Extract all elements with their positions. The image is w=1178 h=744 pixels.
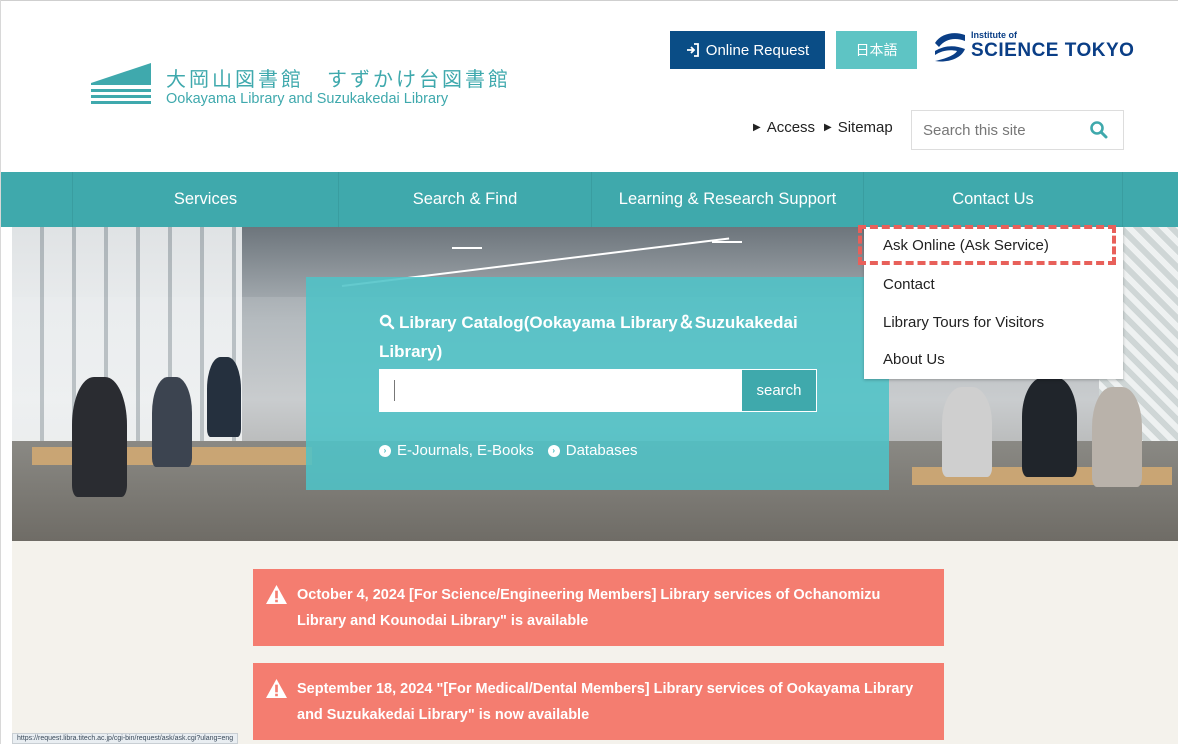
- dropdown-item-about-us[interactable]: About Us: [883, 351, 945, 368]
- contact-us-dropdown: Ask Online (Ask Service) Contact Library…: [864, 227, 1123, 379]
- science-tokyo-logo-icon: [935, 33, 965, 62]
- library-logo[interactable]: 大岡山図書館 すずかけ台図書館 Ookayama Library and Suz…: [91, 63, 508, 107]
- status-bar-url: https://request.libra.titech.ac.jp/cgi-b…: [12, 733, 239, 744]
- dropdown-item-ask-online[interactable]: Ask Online (Ask Service): [883, 237, 1049, 254]
- nav-services[interactable]: Services: [72, 172, 338, 227]
- online-request-label: Online Request: [705, 41, 810, 59]
- nav-search-find[interactable]: Search & Find: [338, 172, 591, 227]
- notice-banner-1[interactable]: October 4, 2024 [For Science/Engineering…: [253, 569, 944, 646]
- databases-label: Databases: [565, 442, 638, 459]
- notice-text-1: October 4, 2024 [For Science/Engineering…: [297, 587, 881, 629]
- catalog-title-text: Library Catalog(Ookayama Library＆Suzukak…: [379, 313, 798, 361]
- text-cursor: [394, 380, 395, 401]
- sign-in-icon: [686, 43, 699, 57]
- browser-viewport: 大岡山図書館 すずかけ台図書館 Ookayama Library and Suz…: [0, 0, 1178, 744]
- site-header: 大岡山図書館 すずかけ台図書館 Ookayama Library and Suz…: [1, 0, 1178, 172]
- catalog-title: Library Catalog(Ookayama Library＆Suzukak…: [379, 308, 809, 366]
- triangle-right-icon: ▶: [824, 122, 832, 133]
- language-japanese-button[interactable]: 日本語: [836, 31, 917, 69]
- triangle-right-icon: ▶: [753, 122, 761, 133]
- nav-learning-research-support[interactable]: Learning & Research Support: [591, 172, 863, 227]
- nav-contact-us[interactable]: Contact Us: [863, 172, 1123, 227]
- sitemap-label: Sitemap: [837, 119, 893, 136]
- ejournals-ebooks-label: E-Journals, E-Books: [397, 442, 534, 459]
- search-icon[interactable]: [1089, 120, 1109, 140]
- access-link[interactable]: ▶ Access: [753, 119, 815, 136]
- main-nav: Services Search & Find Learning & Resear…: [1, 172, 1178, 227]
- catalog-search-panel: Library Catalog(Ookayama Library＆Suzukak…: [306, 277, 889, 490]
- catalog-links: › E-Journals, E-Books › Databases: [379, 442, 637, 459]
- databases-link[interactable]: › Databases: [547, 442, 638, 459]
- ejournals-ebooks-link[interactable]: › E-Journals, E-Books: [379, 442, 534, 459]
- brand-name: SCIENCE TOKYO: [971, 40, 1135, 61]
- notice-banner-2[interactable]: September 18, 2024 "[For Medical/Dental …: [253, 663, 944, 740]
- circle-chevron-right-icon: ›: [379, 444, 391, 457]
- online-request-button[interactable]: Online Request: [670, 31, 825, 69]
- search-icon: [379, 314, 395, 330]
- site-search: [911, 110, 1124, 150]
- warning-icon: [266, 584, 287, 605]
- logo-japanese-title: 大岡山図書館 すずかけ台図書館: [166, 67, 511, 91]
- notice-text-2: September 18, 2024 "[For Medical/Dental …: [297, 681, 914, 723]
- logo-english-title: Ookayama Library and Suzukakedai Library: [166, 91, 449, 107]
- science-tokyo-logo[interactable]: Institute of SCIENCE TOKYO: [933, 29, 1134, 69]
- access-label: Access: [766, 119, 816, 136]
- site-search-input[interactable]: [912, 111, 1082, 149]
- warning-icon: [266, 678, 287, 699]
- library-logo-icon: [91, 63, 151, 104]
- catalog-search-button[interactable]: search: [742, 369, 817, 412]
- dropdown-item-contact[interactable]: Contact: [883, 276, 935, 293]
- circle-chevron-right-icon: ›: [547, 444, 560, 457]
- catalog-search-input[interactable]: [379, 369, 742, 412]
- brand-small-text: Institute of: [971, 30, 1017, 40]
- sitemap-link[interactable]: ▶ Sitemap: [824, 119, 893, 136]
- dropdown-item-library-tours[interactable]: Library Tours for Visitors: [883, 314, 1044, 331]
